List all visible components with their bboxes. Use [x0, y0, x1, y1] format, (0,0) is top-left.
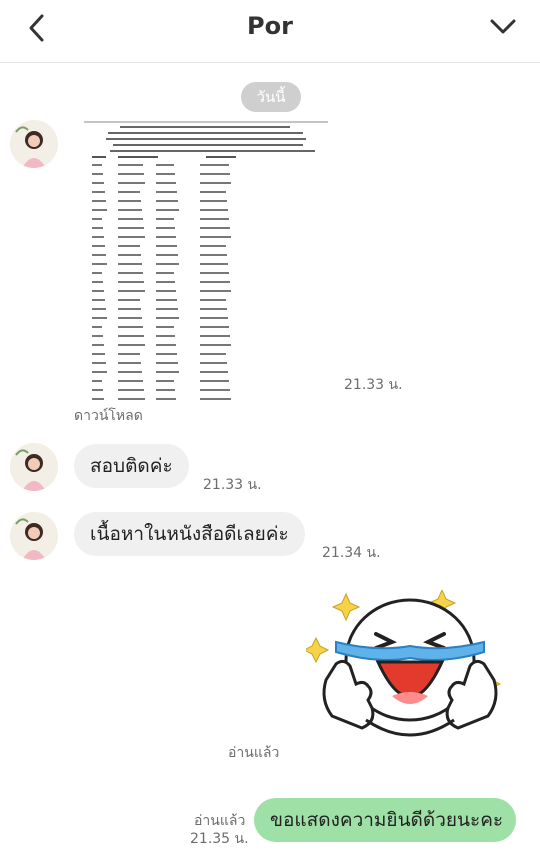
chat-title: Por [247, 12, 293, 40]
chevron-down-icon[interactable] [488, 16, 518, 38]
download-link[interactable]: ดาวน์โหลด [74, 405, 143, 427]
message-time: 21.34 น. [322, 545, 381, 561]
shared-document-image[interactable] [78, 118, 334, 400]
avatar[interactable] [10, 512, 58, 560]
avatar[interactable] [10, 120, 58, 168]
date-divider: วันนี้ [241, 82, 301, 112]
message-time: 21.35 น. [190, 831, 249, 847]
message-time: 21.33 น. [344, 377, 403, 393]
incoming-message-bubble[interactable]: สอบติดค่ะ [74, 444, 189, 488]
read-receipt: อ่านแล้ว [228, 745, 280, 761]
chat-header: Por [0, 0, 540, 63]
outgoing-message-bubble[interactable]: ขอแสดงความยินดีด้วยนะคะ [254, 798, 516, 842]
message-time: 21.33 น. [203, 477, 262, 493]
incoming-message-bubble[interactable]: เนื้อหาในหนังสือดีเลยค่ะ [74, 512, 305, 556]
laughing-sticker[interactable] [302, 588, 514, 760]
avatar[interactable] [10, 443, 58, 491]
